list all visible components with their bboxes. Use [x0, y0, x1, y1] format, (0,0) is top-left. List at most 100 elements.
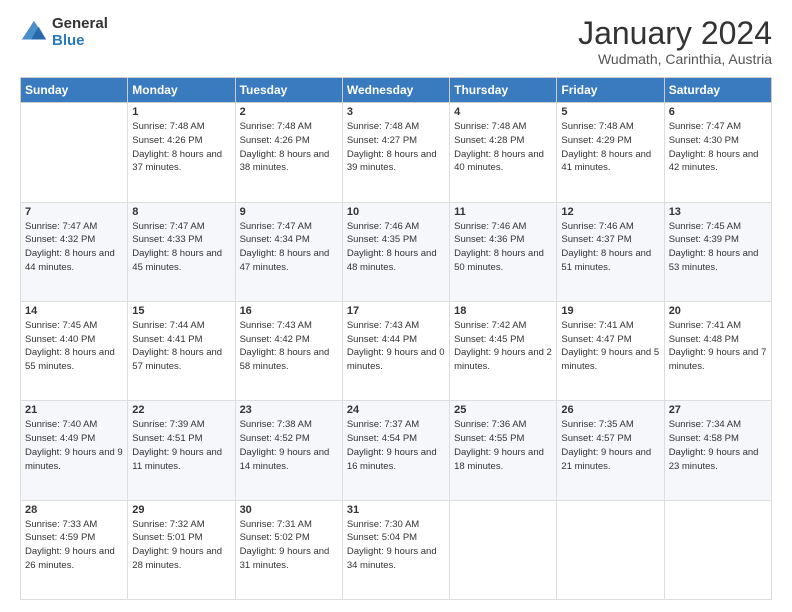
- day-number: 25: [454, 404, 552, 416]
- calendar-week-row: 7 Sunrise: 7:47 AM Sunset: 4:32 PM Dayli…: [21, 202, 772, 301]
- day-number: 24: [347, 404, 445, 416]
- day-info: Sunrise: 7:41 AM Sunset: 4:47 PM Dayligh…: [561, 319, 659, 374]
- daylight-label: Daylight: 8 hours and 51 minutes.: [561, 248, 651, 273]
- day-info: Sunrise: 7:47 AM Sunset: 4:34 PM Dayligh…: [240, 220, 338, 275]
- calendar-day-cell: 11 Sunrise: 7:46 AM Sunset: 4:36 PM Dayl…: [450, 202, 557, 301]
- day-number: 15: [132, 305, 230, 317]
- logo-general: General: [52, 16, 108, 33]
- calendar-day-cell: 16 Sunrise: 7:43 AM Sunset: 4:42 PM Dayl…: [235, 301, 342, 400]
- day-info: Sunrise: 7:42 AM Sunset: 4:45 PM Dayligh…: [454, 319, 552, 374]
- sunrise-label: Sunrise: 7:48 AM: [132, 121, 204, 132]
- day-info: Sunrise: 7:33 AM Sunset: 4:59 PM Dayligh…: [25, 518, 123, 573]
- day-info: Sunrise: 7:32 AM Sunset: 5:01 PM Dayligh…: [132, 518, 230, 573]
- sunset-label: Sunset: 4:47 PM: [561, 334, 631, 345]
- calendar-day-cell: 3 Sunrise: 7:48 AM Sunset: 4:27 PM Dayli…: [342, 103, 449, 202]
- day-info: Sunrise: 7:44 AM Sunset: 4:41 PM Dayligh…: [132, 319, 230, 374]
- sunrise-label: Sunrise: 7:48 AM: [347, 121, 419, 132]
- day-number: 16: [240, 305, 338, 317]
- calendar-day-cell: 10 Sunrise: 7:46 AM Sunset: 4:35 PM Dayl…: [342, 202, 449, 301]
- daylight-label: Daylight: 8 hours and 47 minutes.: [240, 248, 330, 273]
- calendar-day-cell: 13 Sunrise: 7:45 AM Sunset: 4:39 PM Dayl…: [664, 202, 771, 301]
- sunset-label: Sunset: 4:26 PM: [132, 135, 202, 146]
- day-number: 21: [25, 404, 123, 416]
- sunrise-label: Sunrise: 7:47 AM: [240, 221, 312, 232]
- sunset-label: Sunset: 4:28 PM: [454, 135, 524, 146]
- sunrise-label: Sunrise: 7:40 AM: [25, 419, 97, 430]
- weekday-header: Tuesday: [235, 78, 342, 103]
- daylight-label: Daylight: 9 hours and 0 minutes.: [347, 347, 445, 372]
- sunrise-label: Sunrise: 7:43 AM: [347, 320, 419, 331]
- calendar-day-cell: 15 Sunrise: 7:44 AM Sunset: 4:41 PM Dayl…: [128, 301, 235, 400]
- sunrise-label: Sunrise: 7:46 AM: [347, 221, 419, 232]
- day-number: 28: [25, 504, 123, 516]
- daylight-label: Daylight: 8 hours and 42 minutes.: [669, 149, 759, 174]
- calendar-day-cell: 31 Sunrise: 7:30 AM Sunset: 5:04 PM Dayl…: [342, 500, 449, 599]
- sunset-label: Sunset: 4:33 PM: [132, 234, 202, 245]
- day-number: 23: [240, 404, 338, 416]
- daylight-label: Daylight: 9 hours and 26 minutes.: [25, 546, 115, 571]
- sunrise-label: Sunrise: 7:34 AM: [669, 419, 741, 430]
- sunset-label: Sunset: 4:52 PM: [240, 433, 310, 444]
- day-info: Sunrise: 7:36 AM Sunset: 4:55 PM Dayligh…: [454, 418, 552, 473]
- title-area: January 2024 Wudmath, Carinthia, Austria: [578, 16, 772, 67]
- sunrise-label: Sunrise: 7:41 AM: [669, 320, 741, 331]
- calendar-day-cell: 20 Sunrise: 7:41 AM Sunset: 4:48 PM Dayl…: [664, 301, 771, 400]
- day-number: 22: [132, 404, 230, 416]
- day-number: 1: [132, 106, 230, 118]
- day-info: Sunrise: 7:39 AM Sunset: 4:51 PM Dayligh…: [132, 418, 230, 473]
- daylight-label: Daylight: 9 hours and 11 minutes.: [132, 447, 222, 472]
- day-number: 29: [132, 504, 230, 516]
- sunrise-label: Sunrise: 7:37 AM: [347, 419, 419, 430]
- daylight-label: Daylight: 8 hours and 58 minutes.: [240, 347, 330, 372]
- day-number: 27: [669, 404, 767, 416]
- day-info: Sunrise: 7:45 AM Sunset: 4:40 PM Dayligh…: [25, 319, 123, 374]
- day-info: Sunrise: 7:48 AM Sunset: 4:29 PM Dayligh…: [561, 120, 659, 175]
- sunrise-label: Sunrise: 7:44 AM: [132, 320, 204, 331]
- daylight-label: Daylight: 9 hours and 23 minutes.: [669, 447, 759, 472]
- sunset-label: Sunset: 4:44 PM: [347, 334, 417, 345]
- daylight-label: Daylight: 9 hours and 14 minutes.: [240, 447, 330, 472]
- logo-icon: [20, 19, 48, 47]
- sunset-label: Sunset: 4:40 PM: [25, 334, 95, 345]
- sunrise-label: Sunrise: 7:36 AM: [454, 419, 526, 430]
- daylight-label: Daylight: 9 hours and 31 minutes.: [240, 546, 330, 571]
- calendar-day-cell: 8 Sunrise: 7:47 AM Sunset: 4:33 PM Dayli…: [128, 202, 235, 301]
- sunset-label: Sunset: 4:57 PM: [561, 433, 631, 444]
- weekday-header: Thursday: [450, 78, 557, 103]
- sunrise-label: Sunrise: 7:47 AM: [25, 221, 97, 232]
- day-info: Sunrise: 7:48 AM Sunset: 4:27 PM Dayligh…: [347, 120, 445, 175]
- logo-text: General Blue: [52, 16, 108, 49]
- day-number: 14: [25, 305, 123, 317]
- sunrise-label: Sunrise: 7:38 AM: [240, 419, 312, 430]
- daylight-label: Daylight: 8 hours and 39 minutes.: [347, 149, 437, 174]
- day-info: Sunrise: 7:38 AM Sunset: 4:52 PM Dayligh…: [240, 418, 338, 473]
- calendar-day-cell: 24 Sunrise: 7:37 AM Sunset: 4:54 PM Dayl…: [342, 401, 449, 500]
- day-info: Sunrise: 7:41 AM Sunset: 4:48 PM Dayligh…: [669, 319, 767, 374]
- daylight-label: Daylight: 9 hours and 9 minutes.: [25, 447, 123, 472]
- calendar-day-cell: 4 Sunrise: 7:48 AM Sunset: 4:28 PM Dayli…: [450, 103, 557, 202]
- day-number: 2: [240, 106, 338, 118]
- main-title: January 2024: [578, 16, 772, 51]
- daylight-label: Daylight: 8 hours and 41 minutes.: [561, 149, 651, 174]
- day-info: Sunrise: 7:37 AM Sunset: 4:54 PM Dayligh…: [347, 418, 445, 473]
- calendar-day-cell: 17 Sunrise: 7:43 AM Sunset: 4:44 PM Dayl…: [342, 301, 449, 400]
- calendar-day-cell: 19 Sunrise: 7:41 AM Sunset: 4:47 PM Dayl…: [557, 301, 664, 400]
- day-info: Sunrise: 7:46 AM Sunset: 4:37 PM Dayligh…: [561, 220, 659, 275]
- day-number: 5: [561, 106, 659, 118]
- daylight-label: Daylight: 8 hours and 37 minutes.: [132, 149, 222, 174]
- daylight-label: Daylight: 8 hours and 44 minutes.: [25, 248, 115, 273]
- subtitle: Wudmath, Carinthia, Austria: [578, 51, 772, 67]
- calendar-day-cell: 12 Sunrise: 7:46 AM Sunset: 4:37 PM Dayl…: [557, 202, 664, 301]
- sunset-label: Sunset: 4:34 PM: [240, 234, 310, 245]
- calendar-day-cell: 28 Sunrise: 7:33 AM Sunset: 4:59 PM Dayl…: [21, 500, 128, 599]
- day-number: 30: [240, 504, 338, 516]
- day-number: 3: [347, 106, 445, 118]
- day-info: Sunrise: 7:48 AM Sunset: 4:26 PM Dayligh…: [132, 120, 230, 175]
- sunrise-label: Sunrise: 7:32 AM: [132, 519, 204, 530]
- day-info: Sunrise: 7:45 AM Sunset: 4:39 PM Dayligh…: [669, 220, 767, 275]
- day-info: Sunrise: 7:40 AM Sunset: 4:49 PM Dayligh…: [25, 418, 123, 473]
- daylight-label: Daylight: 9 hours and 7 minutes.: [669, 347, 767, 372]
- daylight-label: Daylight: 9 hours and 18 minutes.: [454, 447, 544, 472]
- calendar-day-cell: 30 Sunrise: 7:31 AM Sunset: 5:02 PM Dayl…: [235, 500, 342, 599]
- sunrise-label: Sunrise: 7:47 AM: [132, 221, 204, 232]
